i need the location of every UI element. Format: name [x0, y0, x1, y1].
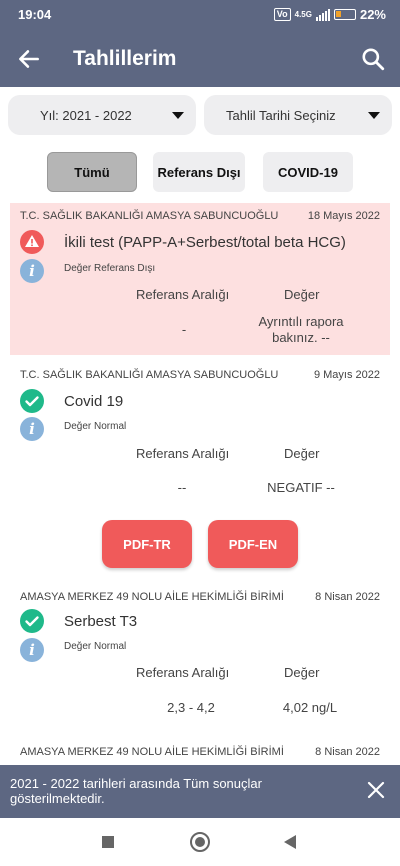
test-name: Serbest T3 — [64, 613, 138, 630]
close-icon[interactable] — [366, 780, 386, 800]
chevron-down-icon — [172, 112, 184, 119]
warning-icon — [20, 230, 44, 254]
test-name: Covid 19 — [64, 393, 124, 410]
reference-range-header: Referans Aralığı — [136, 287, 230, 302]
institution-name: AMASYA MERKEZ 49 NOLU AİLE HEKİMLİĞİ BİR… — [20, 591, 284, 603]
volte-icon: Vo — [273, 8, 291, 21]
result-date: 18 Mayıs 2022 — [307, 210, 380, 222]
network-type: 4.5G — [294, 10, 312, 19]
home-icon[interactable] — [190, 832, 210, 852]
system-nav-bar — [0, 818, 400, 866]
reference-range-header: Referans Aralığı — [136, 446, 230, 461]
result-card[interactable]: T.C. SAĞLIK BAKANLIĞI AMASYA SABUNCUOĞLU… — [10, 362, 390, 572]
pdf-en-button[interactable]: PDF-EN — [208, 520, 298, 568]
result-status: Değer Referans Dışı — [64, 263, 156, 274]
result-value-line2: bakınız. -- — [272, 330, 330, 345]
back-arrow-icon[interactable] — [16, 46, 42, 72]
result-date: 9 Mayıs 2022 — [313, 369, 380, 381]
check-icon — [20, 609, 44, 633]
signal-icon — [315, 8, 330, 21]
reference-range-value: -- — [177, 480, 187, 495]
institution-name: AMASYA MERKEZ 49 NOLU AİLE HEKİMLİĞİ BİR… — [20, 746, 284, 758]
value-header: Değer — [284, 287, 320, 302]
chevron-down-icon — [368, 112, 380, 119]
tab-all[interactable]: Tümü — [47, 152, 137, 192]
reference-range-header: Referans Aralığı — [136, 665, 230, 680]
check-icon — [20, 389, 44, 413]
status-icons: Vo 4.5G 22% — [273, 7, 386, 22]
tab-out-of-range[interactable]: Referans Dışı — [153, 152, 245, 192]
result-card[interactable]: T.C. SAĞLIK BAKANLIĞI AMASYA SABUNCUOĞLU… — [10, 203, 390, 355]
recents-icon[interactable] — [102, 836, 114, 848]
reference-range-value: 2,3 - 4,2 — [167, 700, 215, 715]
value-header: Değer — [284, 446, 320, 461]
tab-covid19[interactable]: COVID-19 — [263, 152, 353, 192]
result-status: Değer Normal — [64, 421, 127, 432]
year-dropdown-value: Yıl: 2021 - 2022 — [40, 108, 132, 123]
status-bar: 19:04 Vo 4.5G 22% — [0, 0, 400, 30]
result-value: 4,02 ng/L — [282, 700, 338, 715]
info-icon[interactable]: i — [20, 638, 44, 662]
institution-name: T.C. SAĞLIK BAKANLIĞI AMASYA SABUNCUOĞLU — [20, 210, 279, 222]
result-card[interactable]: AMASYA MERKEZ 49 NOLU AİLE HEKİMLİĞİ BİR… — [10, 584, 390, 724]
result-date: 8 Nisan 2022 — [315, 746, 380, 758]
result-date: 8 Nisan 2022 — [315, 591, 380, 603]
app-bar: Tahlillerim — [0, 30, 400, 87]
battery-level: 22% — [359, 7, 386, 22]
result-card[interactable]: AMASYA MERKEZ 49 NOLU AİLE HEKİMLİĞİ BİR… — [10, 738, 390, 765]
search-icon[interactable] — [360, 46, 386, 72]
result-value-line1: Ayrıntılı rapora — [258, 314, 344, 329]
test-name: İkili test (PAPP-A+Serbest/total beta HC… — [64, 234, 346, 251]
page-title: Tahlillerim — [73, 47, 177, 70]
battery-icon — [333, 9, 356, 20]
institution-name: T.C. SAĞLIK BAKANLIĞI AMASYA SABUNCUOĞLU — [20, 369, 279, 381]
snackbar: 2021 - 2022 tarihleri arasında Tüm sonuç… — [0, 765, 400, 818]
system-back-icon[interactable] — [284, 835, 296, 849]
result-status: Değer Normal — [64, 641, 127, 652]
result-value: NEGATIF -- — [267, 480, 335, 495]
date-dropdown[interactable]: Tahlil Tarihi Seçiniz — [204, 95, 392, 135]
info-icon[interactable]: i — [20, 417, 44, 441]
pdf-tr-button[interactable]: PDF-TR — [102, 520, 192, 568]
reference-range-value: - — [181, 322, 187, 337]
info-icon[interactable]: i — [20, 259, 44, 283]
value-header: Değer — [284, 665, 320, 680]
status-time: 19:04 — [18, 7, 52, 22]
snackbar-message: 2021 - 2022 tarihleri arasında Tüm sonuç… — [10, 776, 262, 806]
year-dropdown[interactable]: Yıl: 2021 - 2022 — [8, 95, 196, 135]
date-dropdown-value: Tahlil Tarihi Seçiniz — [226, 108, 336, 123]
